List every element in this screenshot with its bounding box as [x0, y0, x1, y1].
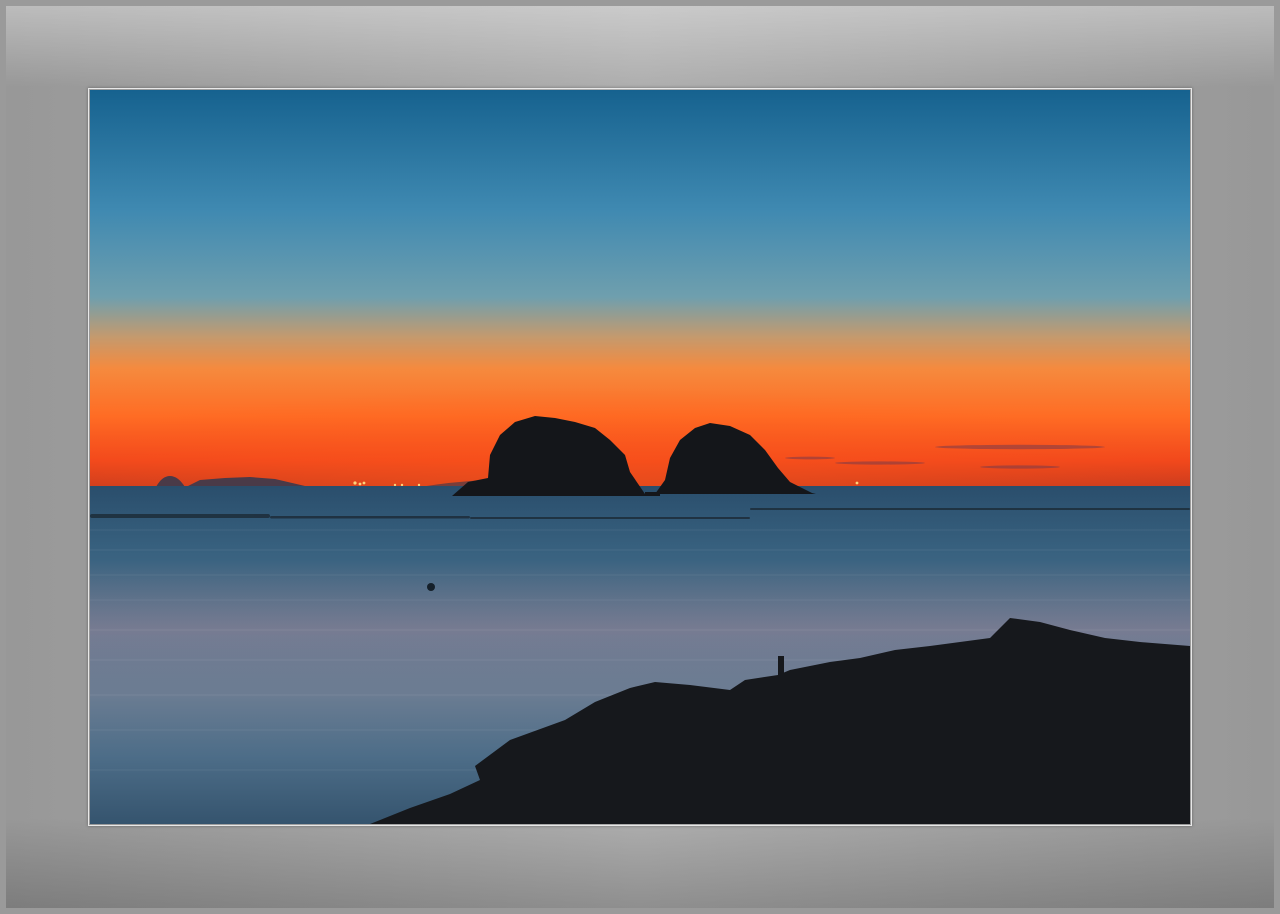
horizon-glow: [90, 320, 1190, 488]
buoy: [427, 583, 435, 591]
sunset-photo: [90, 90, 1190, 824]
sunset-photo-canvas: [90, 90, 1190, 824]
